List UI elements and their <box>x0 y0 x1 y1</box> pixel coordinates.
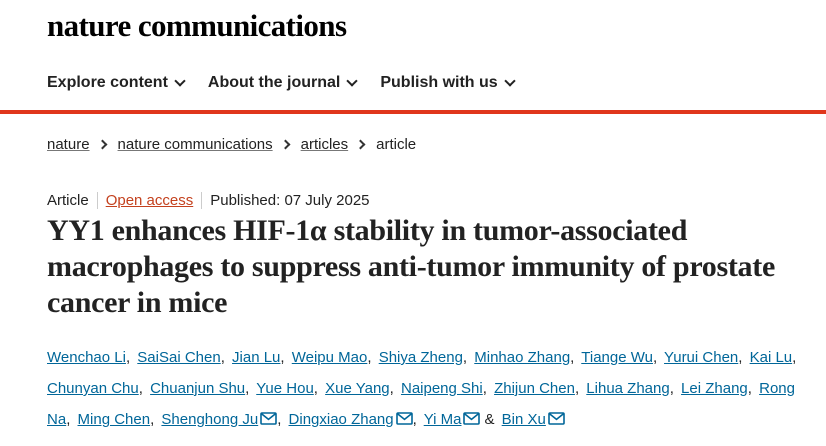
chevron-right-icon <box>97 139 107 150</box>
author-entry: Xue Yang, <box>325 380 397 397</box>
author-link[interactable]: Lihua Zhang <box>586 380 669 397</box>
breadcrumb-current: article <box>376 136 417 153</box>
author-separator: , <box>669 380 674 397</box>
author-link[interactable]: Yurui Chen <box>664 349 738 366</box>
breadcrumb-nature-communications[interactable]: nature communications <box>118 136 273 153</box>
author-separator: , <box>652 349 658 366</box>
author-separator: , <box>220 349 225 366</box>
author-separator: , <box>389 380 394 397</box>
author-link[interactable]: Bin Xu <box>502 411 546 428</box>
author-link[interactable]: Chunyan Chu <box>47 380 139 397</box>
author-link[interactable]: Shenghong Ju <box>161 411 258 428</box>
author-entry: SaiSai Chen, <box>137 349 228 366</box>
journal-logo[interactable]: nature communications <box>47 8 347 44</box>
author-link[interactable]: Minhao Zhang <box>474 349 570 366</box>
envelope-icon[interactable] <box>463 412 481 425</box>
author-link[interactable]: Lei Zhang <box>681 380 748 397</box>
breadcrumb-nature[interactable]: nature <box>47 136 90 153</box>
author-separator: , <box>313 380 318 397</box>
author-entry: Yurui Chen, <box>664 349 745 366</box>
author-separator: , <box>245 380 250 397</box>
author-separator: , <box>277 411 282 428</box>
main-nav: Explore content About the journal Publis… <box>47 72 538 94</box>
author-separator: , <box>412 411 417 428</box>
author-link[interactable]: Yi Ma <box>424 411 462 428</box>
author-link[interactable]: Kai Lu <box>750 349 793 366</box>
author-link[interactable]: Yue Hou <box>256 380 314 397</box>
nav-explore-content[interactable]: Explore content <box>47 74 186 92</box>
author-separator: , <box>367 349 372 366</box>
author-link[interactable]: Dingxiao Zhang <box>289 411 394 428</box>
author-entry: Naipeng Shi, <box>401 380 490 397</box>
author-separator: , <box>570 349 575 366</box>
author-entry: Jian Lu, <box>232 349 288 366</box>
author-separator: & <box>484 411 495 428</box>
author-entry: Minhao Zhang, <box>474 349 577 366</box>
envelope-icon[interactable] <box>395 412 413 425</box>
author-link[interactable]: Tiange Wu <box>581 349 653 366</box>
author-entry: Weipu Mao, <box>292 349 375 366</box>
nav-publish-with-us-label: Publish with us <box>380 74 498 91</box>
breadcrumb-articles[interactable]: articles <box>301 136 349 153</box>
author-separator: , <box>138 380 143 397</box>
article-title: YY1 enhances HIF-1α stability in tumor-a… <box>47 214 775 319</box>
author-separator: , <box>150 411 155 428</box>
chevron-down-icon <box>346 75 359 87</box>
author-separator: , <box>280 349 285 366</box>
breadcrumb: nature nature communications articles ar… <box>47 136 416 153</box>
author-entry: Shenghong Ju, <box>161 411 284 428</box>
nav-publish-with-us[interactable]: Publish with us <box>380 74 516 92</box>
author-separator: , <box>125 349 131 366</box>
author-separator: , <box>738 349 743 366</box>
author-link[interactable]: Jian Lu <box>232 349 280 366</box>
author-link[interactable]: Ming Chen <box>78 411 151 428</box>
author-separator: , <box>482 380 487 397</box>
author-entry: Kai Lu, <box>750 349 800 366</box>
nav-explore-content-label: Explore content <box>47 74 168 91</box>
author-separator: , <box>747 380 752 397</box>
author-link[interactable]: Zhijun Chen <box>494 380 575 397</box>
author-separator: , <box>792 349 797 366</box>
author-entry: Yue Hou, <box>256 380 321 397</box>
author-entry: Ming Chen, <box>78 411 158 428</box>
author-entry: Dingxiao Zhang, <box>289 411 420 428</box>
author-link[interactable]: SaiSai Chen <box>137 349 220 366</box>
author-link[interactable]: Xue Yang <box>325 380 390 397</box>
article-meta: Article Open access Published: 07 July 2… <box>47 192 370 209</box>
author-entry: Chuanjun Shu, <box>150 380 252 397</box>
author-entry: Tiange Wu, <box>581 349 660 366</box>
author-entry: Zhijun Chen, <box>494 380 582 397</box>
envelope-icon[interactable] <box>260 412 277 425</box>
author-entry: Shiya Zheng, <box>379 349 470 366</box>
article-type: Article <box>47 192 89 209</box>
author-separator: , <box>574 380 580 397</box>
author-separator: , <box>66 411 71 428</box>
author-link[interactable]: Shiya Zheng <box>379 349 463 366</box>
author-link[interactable]: Chuanjun Shu <box>150 380 245 397</box>
author-link[interactable]: Weipu Mao <box>292 349 368 366</box>
author-entry: Chunyan Chu, <box>47 380 146 397</box>
author-list: Wenchao Li, SaiSai Chen, Jian Lu, Weipu … <box>47 342 817 435</box>
open-access-link[interactable]: Open access <box>96 192 203 209</box>
author-entry: Lei Zhang, <box>681 380 755 397</box>
author-entry: Lihua Zhang, <box>586 380 677 397</box>
chevron-down-icon <box>174 75 186 87</box>
chevron-right-icon <box>280 139 291 150</box>
chevron-down-icon <box>504 75 516 87</box>
published-date: Published: 07 July 2025 <box>210 192 370 209</box>
author-entry: Wenchao Li, <box>47 349 133 366</box>
author-separator: , <box>462 349 468 366</box>
nav-about-the-journal[interactable]: About the journal <box>207 74 359 92</box>
envelope-icon[interactable] <box>548 412 565 425</box>
nav-about-the-journal-label: About the journal <box>207 74 341 91</box>
header-accent-bar <box>0 110 826 114</box>
author-link[interactable]: Naipeng Shi <box>401 380 483 397</box>
chevron-right-icon <box>355 139 366 150</box>
author-entry: Bin Xu <box>502 411 565 428</box>
author-entry: Yi Ma & <box>424 411 498 428</box>
author-link[interactable]: Wenchao Li <box>47 349 126 366</box>
